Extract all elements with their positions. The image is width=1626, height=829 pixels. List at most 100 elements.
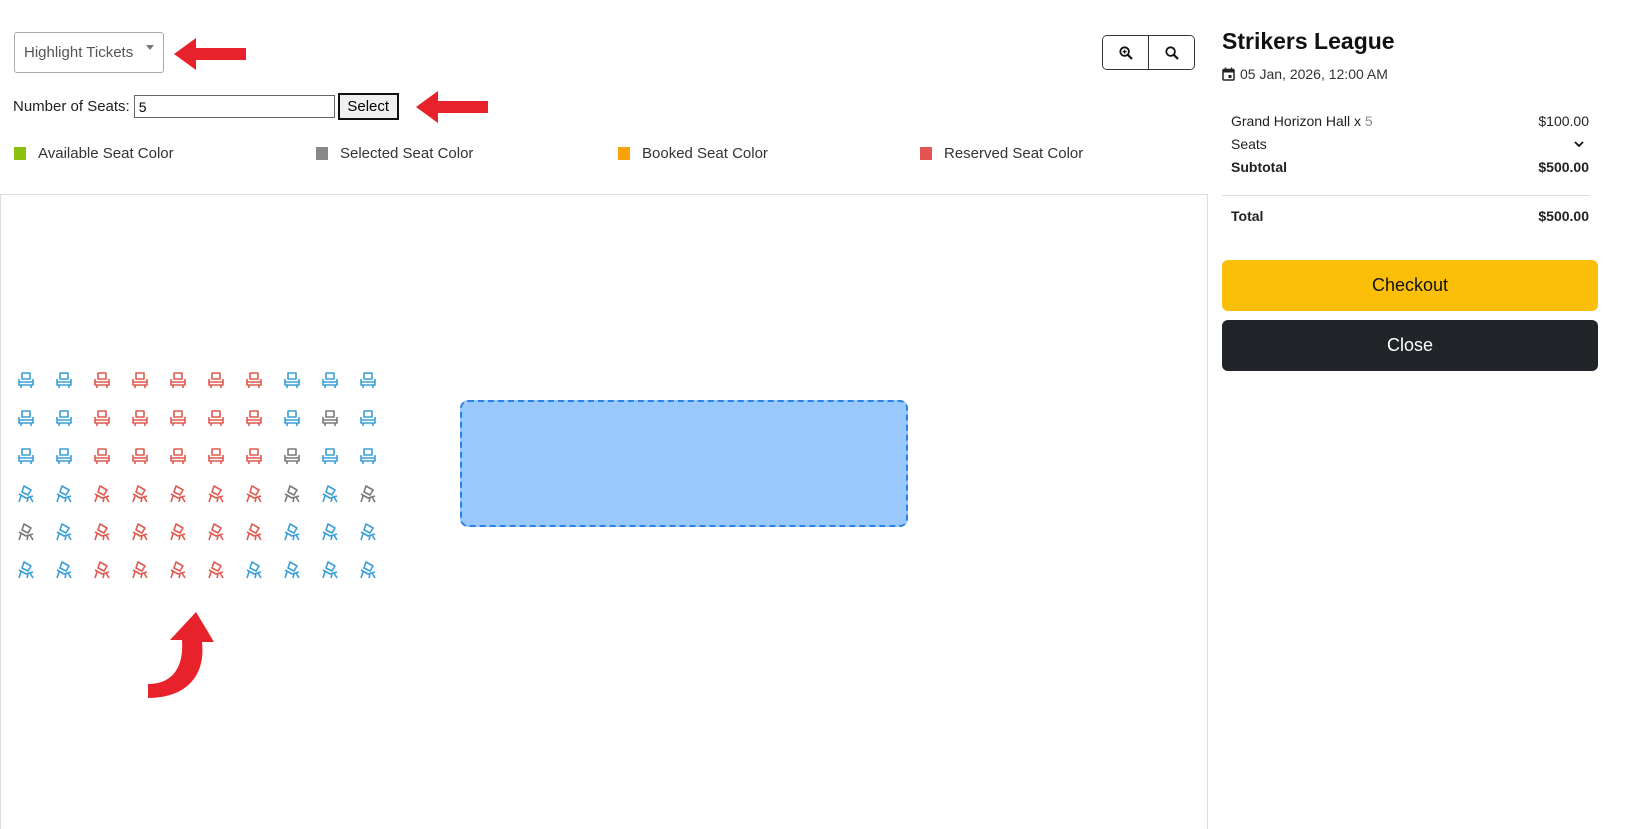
seat[interactable] — [54, 484, 74, 504]
seat[interactable] — [92, 446, 112, 466]
event-date: 05 Jan, 2026, 12:00 AM — [1222, 66, 1388, 82]
seat-icon — [94, 561, 110, 579]
event-title: Strikers League — [1222, 28, 1395, 54]
seat[interactable] — [92, 408, 112, 428]
ticket-qty: 5 — [1364, 112, 1373, 129]
seat[interactable] — [282, 560, 302, 580]
seat[interactable] — [130, 484, 150, 504]
seat-icon — [132, 372, 148, 388]
seat[interactable] — [282, 408, 302, 428]
seat[interactable] — [130, 522, 150, 542]
seat[interactable] — [244, 370, 264, 390]
seat[interactable] — [16, 522, 36, 542]
seat-icon — [18, 410, 34, 426]
seat[interactable] — [206, 370, 226, 390]
seat-legend: Available Seat Color Selected Seat Color… — [14, 145, 1164, 165]
seat[interactable] — [282, 446, 302, 466]
seat[interactable] — [168, 484, 188, 504]
seat[interactable] — [320, 408, 340, 428]
seat[interactable] — [16, 446, 36, 466]
seat[interactable] — [54, 446, 74, 466]
order-summary: Grand Horizon Hall x 5 $100.00 Seats Sub… — [1231, 109, 1589, 178]
seat-icon — [56, 561, 72, 579]
seat[interactable] — [54, 370, 74, 390]
seat-icon — [284, 561, 300, 579]
seat[interactable] — [16, 408, 36, 428]
seat-icon — [246, 561, 262, 579]
seat[interactable] — [244, 408, 264, 428]
annotation-arrow-left-icon — [416, 91, 488, 123]
highlight-tickets-select[interactable]: Highlight Tickets — [14, 32, 164, 73]
zoom-out-button[interactable] — [1148, 36, 1194, 69]
seat[interactable] — [206, 484, 226, 504]
select-button[interactable]: Select — [337, 93, 399, 120]
legend-swatch — [618, 147, 630, 160]
seat[interactable] — [358, 560, 378, 580]
seat[interactable] — [92, 484, 112, 504]
seat-icon — [360, 523, 376, 541]
seat[interactable] — [358, 446, 378, 466]
seat[interactable] — [168, 560, 188, 580]
seat[interactable] — [244, 446, 264, 466]
seat[interactable] — [244, 522, 264, 542]
seat[interactable] — [282, 484, 302, 504]
seat[interactable] — [130, 446, 150, 466]
seat[interactable] — [54, 560, 74, 580]
seat[interactable] — [16, 484, 36, 504]
seat[interactable] — [16, 560, 36, 580]
seat-icon — [170, 448, 186, 464]
close-button[interactable]: Close — [1222, 320, 1598, 371]
seat[interactable] — [92, 560, 112, 580]
seat[interactable] — [282, 522, 302, 542]
seat[interactable] — [358, 370, 378, 390]
seat-icon — [246, 485, 262, 503]
legend-booked: Booked Seat Color — [618, 145, 768, 162]
chevron-down-icon — [1574, 140, 1584, 147]
seat[interactable] — [92, 370, 112, 390]
seat[interactable] — [320, 522, 340, 542]
legend-label: Reserved Seat Color — [944, 145, 1084, 162]
zoom-in-button[interactable] — [1103, 36, 1148, 69]
seat-icon — [18, 485, 34, 503]
seat-icon — [284, 523, 300, 541]
checkout-button[interactable]: Checkout — [1222, 260, 1598, 311]
seat-icon — [56, 523, 72, 541]
seat[interactable] — [320, 560, 340, 580]
seat-icon — [132, 485, 148, 503]
ticket-line: Grand Horizon Hall x 5 $100.00 — [1231, 109, 1589, 132]
stage-area — [460, 400, 908, 527]
seat-count-label: Number of Seats: — [13, 98, 130, 115]
seat[interactable] — [130, 408, 150, 428]
legend-label: Booked Seat Color — [642, 145, 768, 162]
seat[interactable] — [244, 560, 264, 580]
seat-icon — [94, 523, 110, 541]
seat[interactable] — [130, 560, 150, 580]
seat[interactable] — [282, 370, 302, 390]
seat[interactable] — [358, 408, 378, 428]
seat[interactable] — [358, 522, 378, 542]
seat[interactable] — [130, 370, 150, 390]
seat[interactable] — [206, 522, 226, 542]
seat[interactable] — [320, 484, 340, 504]
seat[interactable] — [16, 370, 36, 390]
seats-toggle[interactable]: Seats — [1231, 132, 1589, 155]
seat[interactable] — [320, 370, 340, 390]
seat-count-input[interactable] — [133, 95, 335, 118]
seat[interactable] — [206, 560, 226, 580]
seat[interactable] — [168, 370, 188, 390]
seat[interactable] — [92, 522, 112, 542]
seat[interactable] — [54, 522, 74, 542]
seat[interactable] — [168, 446, 188, 466]
seat-icon — [322, 523, 338, 541]
seat[interactable] — [54, 408, 74, 428]
seat-icon — [94, 485, 110, 503]
seat[interactable] — [358, 484, 378, 504]
seat-icon — [284, 372, 300, 388]
seat-map[interactable] — [0, 194, 1208, 829]
seat[interactable] — [168, 522, 188, 542]
seat[interactable] — [206, 408, 226, 428]
seat[interactable] — [244, 484, 264, 504]
seat[interactable] — [206, 446, 226, 466]
seat[interactable] — [320, 446, 340, 466]
seat[interactable] — [168, 408, 188, 428]
